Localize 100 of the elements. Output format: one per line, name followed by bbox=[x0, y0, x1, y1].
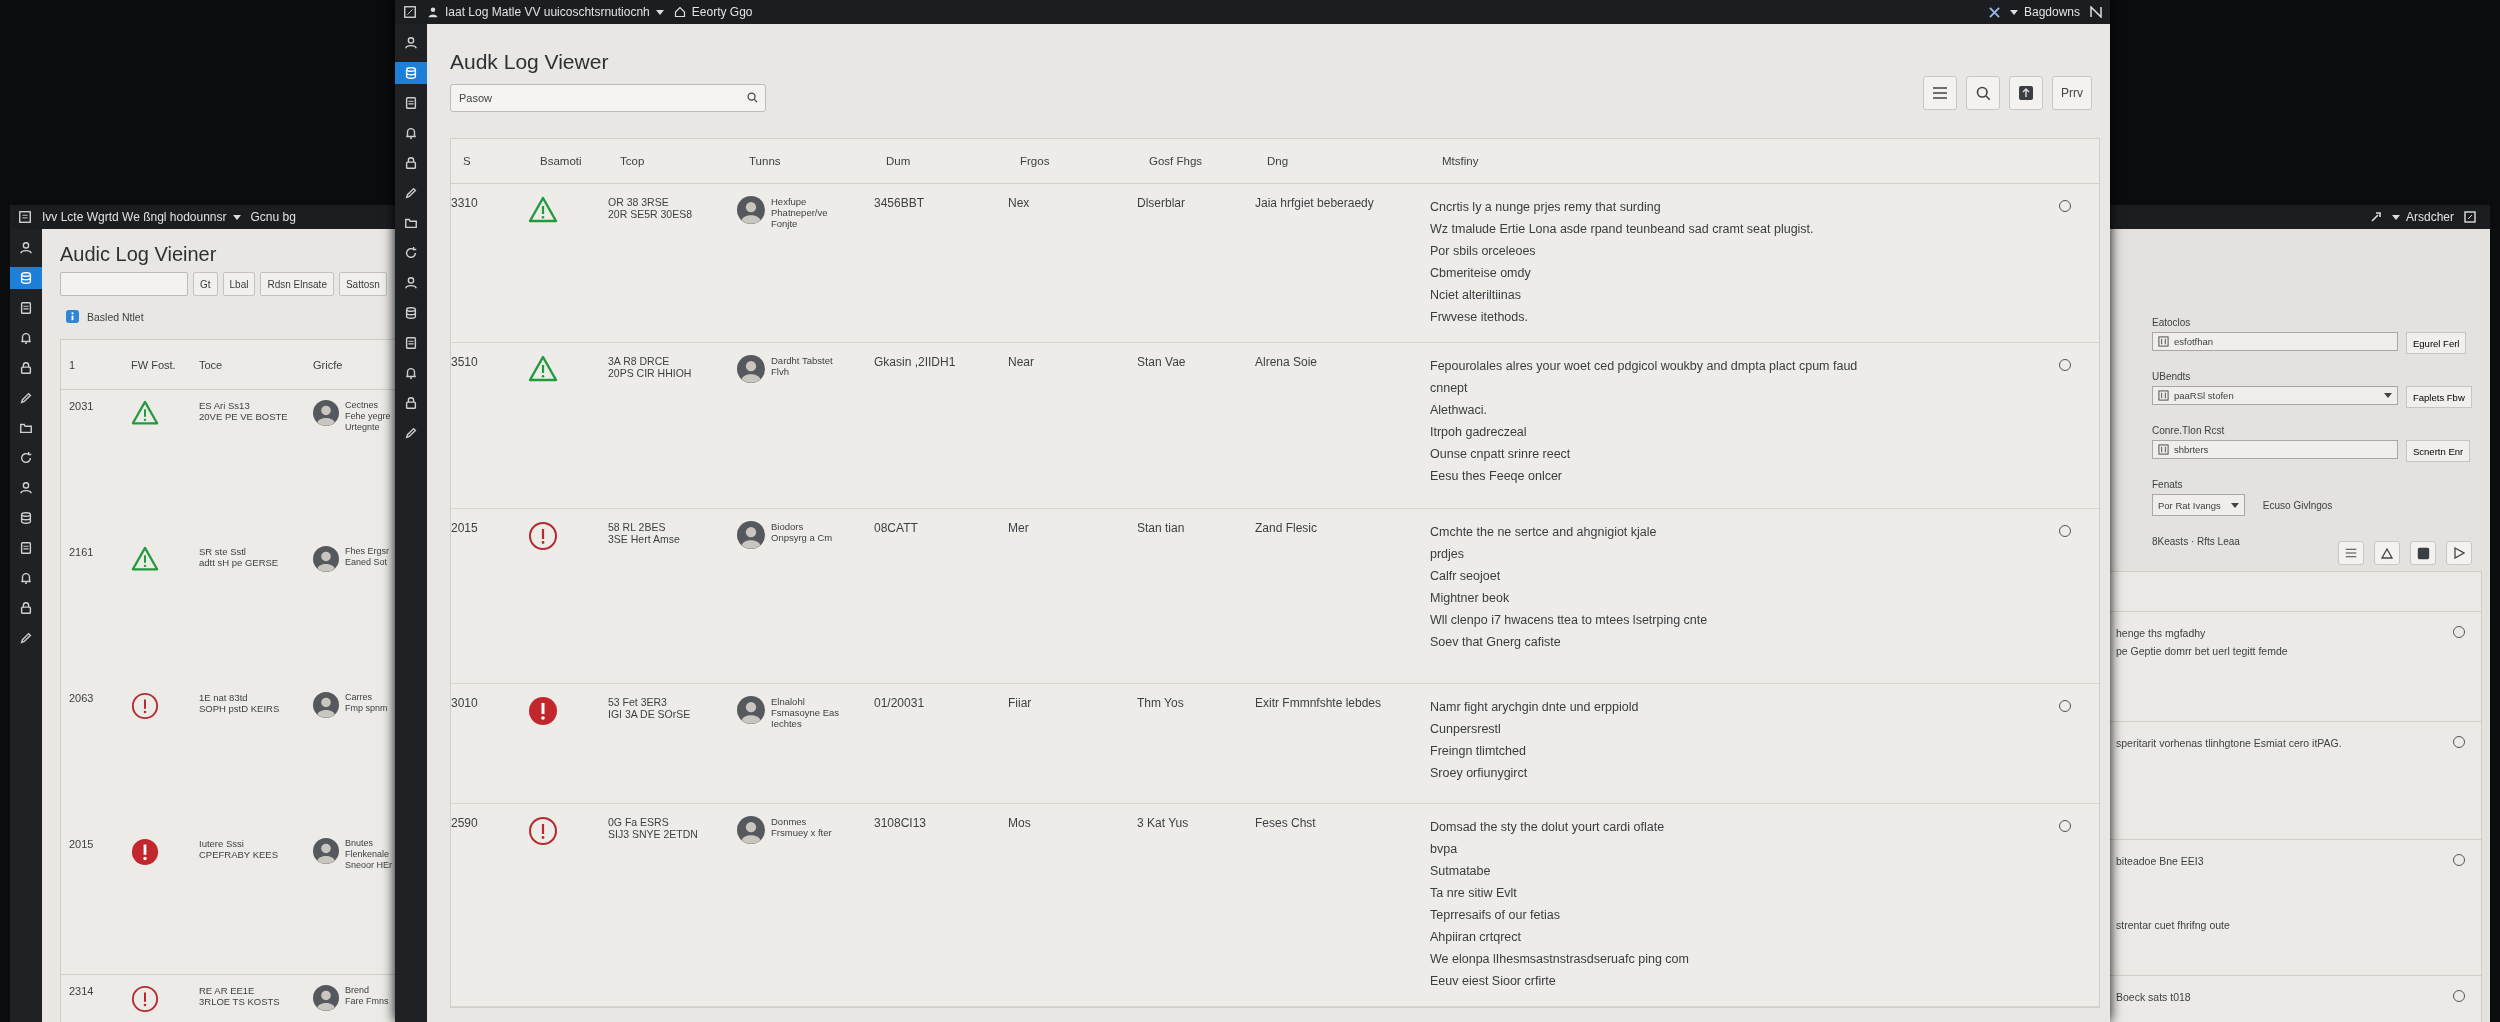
user-menu[interactable]: Bagdowns bbox=[2009, 5, 2080, 19]
search-button[interactable] bbox=[1966, 76, 2000, 110]
window-icon[interactable] bbox=[403, 5, 417, 19]
warning-icon bbox=[131, 400, 159, 426]
avatar-icon bbox=[313, 692, 339, 718]
message-text: Namr fight arychgin dnte und erppiold Cunpersrestl Freingn tlimtched Sroey orfiunygirct bbox=[1430, 699, 1640, 782]
menu-icon bbox=[2345, 548, 2357, 558]
column-header: Toce bbox=[199, 358, 224, 371]
summary-text: 8Keasts · Rfts Leaa bbox=[2152, 536, 2241, 547]
page-title: Audic Log Vieiner bbox=[60, 243, 218, 266]
user-menu[interactable]: Arsdcher bbox=[2391, 210, 2454, 224]
timestamp-text: ES Ari Ss13 20VE PE VE BOSTE bbox=[199, 400, 289, 424]
tools-icon[interactable] bbox=[2369, 211, 2382, 223]
table-cell-text: Stan tian bbox=[1137, 521, 1186, 537]
column-header: Bsamoti bbox=[540, 155, 583, 167]
table-cell-text: Exitr Fmmnfshte lebdes bbox=[1255, 696, 1383, 712]
table-cell-text: Near bbox=[1008, 355, 1035, 371]
menu-button[interactable] bbox=[1923, 76, 1957, 110]
caret-icon bbox=[2009, 9, 2018, 15]
user-name: Bnutes Flenkenale Sneoor HEr bbox=[345, 838, 393, 871]
database-icon bbox=[19, 511, 33, 525]
warning-icon bbox=[528, 196, 558, 223]
view-button[interactable] bbox=[2009, 76, 2043, 110]
column-header: Tunns bbox=[749, 155, 782, 167]
avatar-icon bbox=[737, 696, 765, 724]
toolbar-button[interactable]: Sattosn bbox=[338, 272, 387, 296]
input-field[interactable]: esfotfhan bbox=[2152, 332, 2398, 351]
error-icon bbox=[131, 985, 159, 1013]
preview-button[interactable]: Prrv bbox=[2052, 76, 2092, 110]
timestamp-text: 58 RL 2BES 3SE Hert Amse bbox=[608, 521, 681, 547]
input-field[interactable]: shbrters bbox=[2152, 440, 2398, 459]
search-icon bbox=[747, 92, 758, 103]
user-name: Cectnes Fehe yegre Urtegnte bbox=[345, 400, 391, 433]
app-menu[interactable]: Iaat Log Matle VV uuicoschtsrnutiocnh bbox=[427, 5, 664, 19]
lock-icon bbox=[19, 601, 33, 615]
location-link[interactable]: Gcnu bg bbox=[250, 210, 296, 224]
avatar-icon bbox=[737, 196, 765, 224]
table-cell-text: Mer bbox=[1008, 521, 1030, 537]
close-icon[interactable] bbox=[1988, 6, 2000, 18]
table-cell-text: 2314 bbox=[69, 985, 95, 999]
menu-button[interactable] bbox=[2338, 541, 2364, 565]
table-cell-text: 3010 bbox=[451, 696, 479, 712]
table-cell-text: 08CATT bbox=[874, 521, 919, 537]
timestamp-text: 0G Fa ESRS SIJ3 SNYE 2ETDN bbox=[608, 816, 699, 842]
grid-icon bbox=[2158, 390, 2169, 401]
user-name: Donmes Frsmuey x fter bbox=[771, 816, 832, 838]
lock-icon bbox=[404, 396, 418, 410]
app-title[interactable] bbox=[18, 210, 32, 224]
message-text: Cmchte the ne sertce and ahgnigiot kjale prdjes Calfr seojoet Mightner beok Wll clenpo i7 hwacens ttea to mtees lsetrping cnte Soev that Gnerg cafiste bbox=[1430, 524, 1709, 651]
table-cell-text: Jaia hrfgiet beberaedy bbox=[1255, 196, 1375, 212]
error-icon bbox=[528, 816, 558, 846]
lock-icon bbox=[19, 361, 33, 375]
link-text[interactable]: Ecuso Givlngos bbox=[2262, 499, 2333, 511]
warning-icon bbox=[131, 546, 159, 572]
error-icon bbox=[528, 696, 558, 726]
table-cell-text: Zand Flesic bbox=[1255, 521, 1319, 537]
toolbar-button[interactable]: Rdsn Elnsate bbox=[260, 272, 334, 296]
location-link[interactable]: Eeorty Ggo bbox=[673, 5, 753, 19]
alert-button[interactable] bbox=[2374, 541, 2400, 565]
table-cell-text: 01/20031 bbox=[874, 696, 926, 712]
bell-icon bbox=[404, 366, 418, 380]
avatar-icon bbox=[737, 355, 765, 383]
toolbar-button[interactable]: Lbal bbox=[222, 272, 256, 296]
field-button[interactable]: Scnertn Enr bbox=[2406, 440, 2471, 462]
app-menu[interactable]: Ivv Lcte Wgrtd We ßngl hodounnsr bbox=[42, 210, 241, 224]
caret-icon bbox=[2384, 393, 2392, 398]
message-text: speritarit vorhenas tlinhgtone Esmiat cero itPAG. bbox=[2116, 736, 2342, 751]
message-text: Fepourolales alres your woet ced pdgicol woukby and dmpta plact cpum faud cnnept Alethwaci. Itrpoh gadreczeal Ounse cnpatt srinre reect Eesu thes Feeqe onlcer bbox=[1430, 358, 1859, 485]
user-name: Carres Fmp spnm bbox=[345, 692, 388, 714]
pencil-icon bbox=[19, 391, 33, 405]
refresh-icon bbox=[19, 451, 33, 465]
folder-icon bbox=[19, 421, 33, 435]
refresh-icon bbox=[404, 246, 418, 260]
bell-icon bbox=[404, 126, 418, 140]
document-icon bbox=[19, 301, 33, 315]
column-header: Mtsfiny bbox=[1442, 155, 1480, 167]
pencil-icon bbox=[404, 426, 418, 440]
search-field[interactable] bbox=[60, 272, 188, 296]
grid-icon bbox=[2158, 444, 2169, 455]
column-header: 1 bbox=[69, 358, 77, 371]
avatar-icon bbox=[313, 400, 339, 426]
timestamp-text: 53 Fet 3ER3 IGI 3A DE SOrSE bbox=[608, 696, 692, 722]
dropdown[interactable]: Por Rat Ivangs bbox=[2152, 494, 2245, 516]
timestamp-text: 1E nat 83td SOPH pstD KEIRS bbox=[199, 692, 281, 716]
search-field[interactable]: Pasow bbox=[450, 84, 766, 112]
send-button[interactable] bbox=[2446, 541, 2472, 565]
field-button[interactable]: Egurel Ferl bbox=[2406, 332, 2467, 354]
table-cell-text: Mos bbox=[1008, 816, 1032, 832]
column-header: FW Fost. bbox=[131, 358, 177, 371]
view-button[interactable] bbox=[2410, 541, 2436, 565]
table-cell-text: Gkasin ,2IIDH1 bbox=[874, 355, 957, 371]
table-cell-text: 3108CI13 bbox=[874, 816, 928, 832]
field-button[interactable]: Faplets Fbw bbox=[2406, 386, 2472, 408]
dropdown[interactable]: paaRSl stofen bbox=[2152, 386, 2398, 405]
column-header: Dng bbox=[1267, 155, 1290, 167]
avatar-icon bbox=[737, 816, 765, 844]
document-icon bbox=[19, 541, 33, 555]
search-button[interactable]: Gt bbox=[193, 272, 218, 296]
field-label: Eatoclos bbox=[2152, 317, 2192, 328]
lock-icon bbox=[404, 156, 418, 170]
